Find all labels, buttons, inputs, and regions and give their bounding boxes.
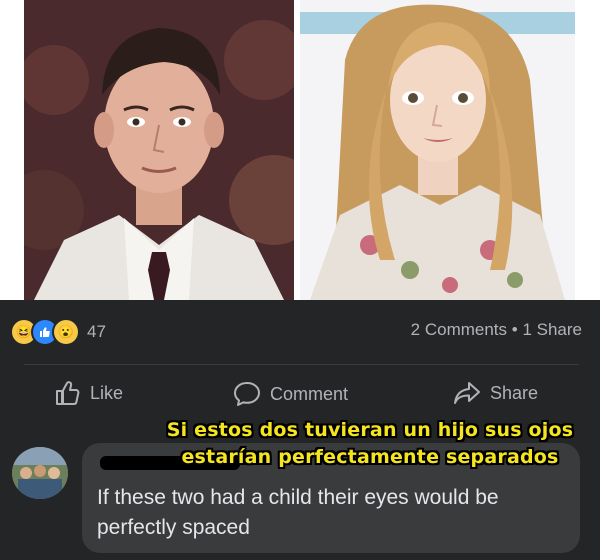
share-icon	[454, 382, 480, 404]
divider	[24, 364, 579, 365]
photo-woman	[300, 0, 575, 300]
reactions-summary[interactable]: 😆 😮 47	[10, 318, 106, 346]
stats-separator: •	[511, 320, 518, 339]
caption-overlay: Si estos dos tuvieran un hijo sus ojos e…	[160, 417, 580, 471]
like-label: Like	[90, 382, 124, 403]
photo-man	[24, 0, 294, 300]
commenter-avatar[interactable]	[12, 447, 68, 499]
comment-icon	[234, 382, 260, 406]
caption-line-2: estarían perfectamente separados	[181, 446, 559, 468]
engagement-stats: 2 Comments • 1 Share	[411, 320, 582, 340]
comment-button[interactable]: Comment	[232, 380, 348, 408]
thumbs-up-icon	[56, 381, 80, 405]
share-button[interactable]: Share	[452, 380, 538, 406]
comment-text: If these two had a child their eyes woul…	[97, 486, 499, 539]
comment-label: Comment	[270, 383, 349, 404]
reaction-count: 47	[87, 322, 106, 341]
comments-count-link[interactable]: 2 Comments	[411, 320, 507, 339]
post-actions-bar: Like Comment Share	[0, 380, 600, 416]
share-label: Share	[490, 382, 539, 403]
caption-line-1: Si estos dos tuvieran un hijo sus ojos	[166, 419, 574, 441]
photo-area	[0, 0, 600, 300]
wow-icon: 😮	[52, 318, 80, 346]
like-button[interactable]: Like	[54, 380, 123, 406]
shares-count-link[interactable]: 1 Share	[522, 320, 582, 339]
